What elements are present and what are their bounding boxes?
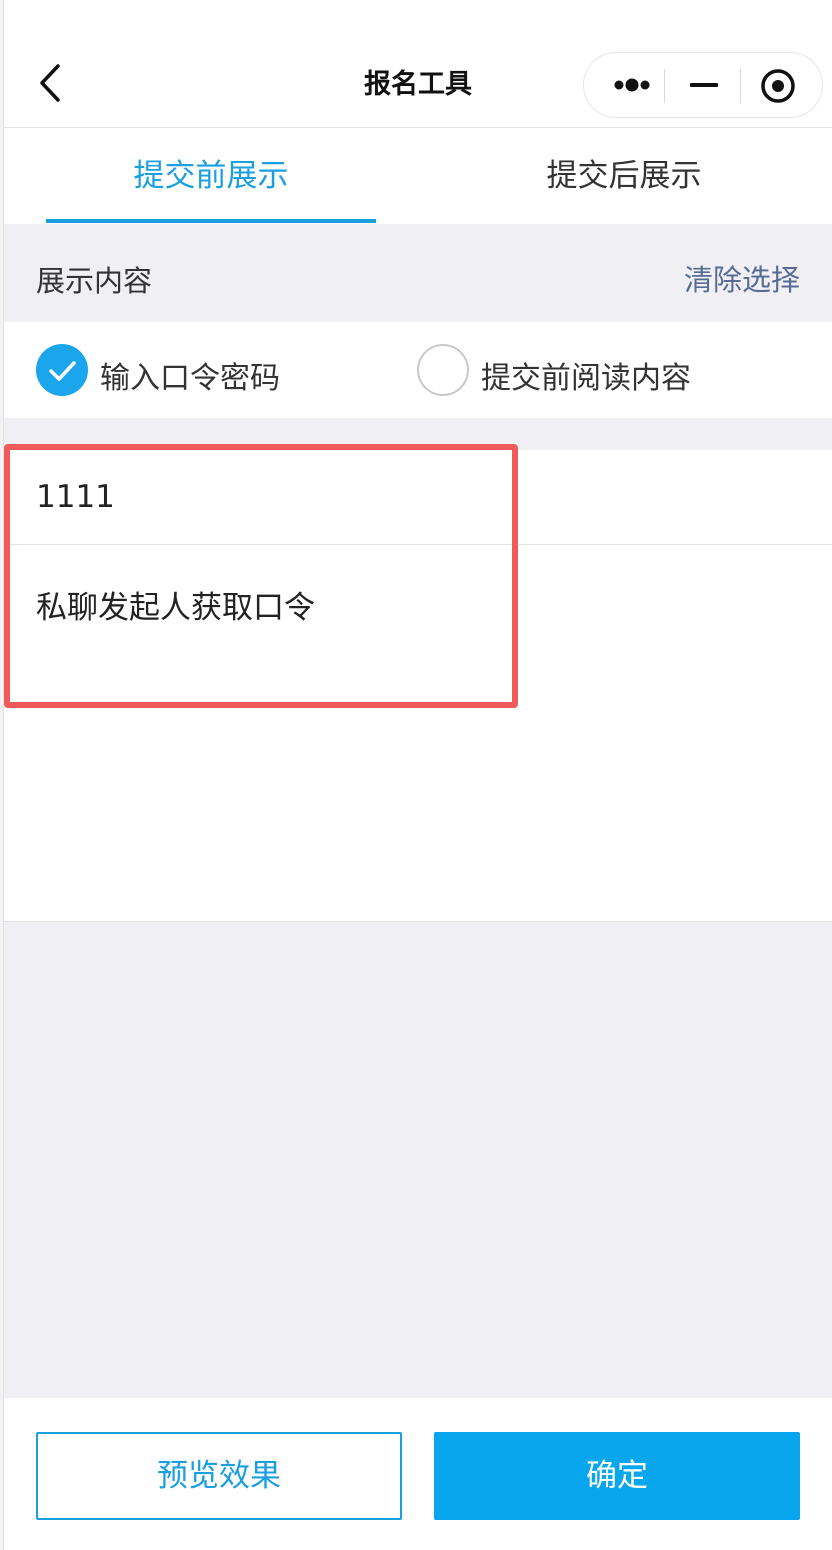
password-hint-textarea[interactable] — [4, 546, 832, 922]
checkbox-unchecked[interactable] — [417, 344, 469, 396]
capsule-menu — [583, 52, 823, 118]
section-header: 展示内容 清除选择 — [4, 224, 832, 322]
section-title: 展示内容 — [36, 264, 153, 298]
active-tab-indicator — [46, 219, 376, 223]
mini-program-page: 报名工具 提交前展示 提交后展示 展示内容 清除选择 输入口令密码 提交前阅读内… — [4, 0, 832, 1550]
option-password[interactable]: 输入口令密码 — [36, 342, 336, 398]
option-read-before-submit[interactable]: 提交前阅读内容 — [417, 342, 747, 398]
checkbox-checked[interactable] — [36, 344, 88, 396]
nav-bar: 报名工具 — [4, 0, 832, 128]
option-label: 提交前阅读内容 — [481, 361, 691, 396]
display-options: 输入口令密码 提交前阅读内容 — [4, 322, 832, 418]
tab-before-submit[interactable]: 提交前展示 — [46, 128, 376, 224]
tab-after-submit[interactable]: 提交后展示 — [459, 128, 789, 224]
confirm-button[interactable]: 确定 — [434, 1432, 800, 1520]
close-miniprogram-button[interactable] — [744, 53, 816, 117]
app-window: 报名工具 提交前展示 提交后展示 展示内容 清除选择 输入口令密码 提交前阅读内… — [0, 0, 832, 1550]
check-icon — [49, 361, 76, 381]
more-dots-icon — [614, 78, 650, 92]
preview-button[interactable]: 预览效果 — [36, 1432, 402, 1520]
option-label: 输入口令密码 — [100, 361, 280, 396]
bottom-action-bar: 预览效果 确定 — [4, 1398, 832, 1550]
tab-bar: 提交前展示 提交后展示 — [4, 128, 832, 224]
minimize-button[interactable] — [668, 53, 740, 117]
password-input[interactable] — [4, 450, 832, 545]
password-form — [4, 450, 832, 922]
clear-selection-link[interactable]: 清除选择 — [684, 257, 800, 299]
more-button[interactable] — [592, 53, 664, 117]
minimize-icon — [690, 83, 718, 87]
capsule-divider — [664, 69, 665, 103]
capsule-divider — [740, 69, 741, 103]
target-close-icon — [761, 69, 795, 103]
